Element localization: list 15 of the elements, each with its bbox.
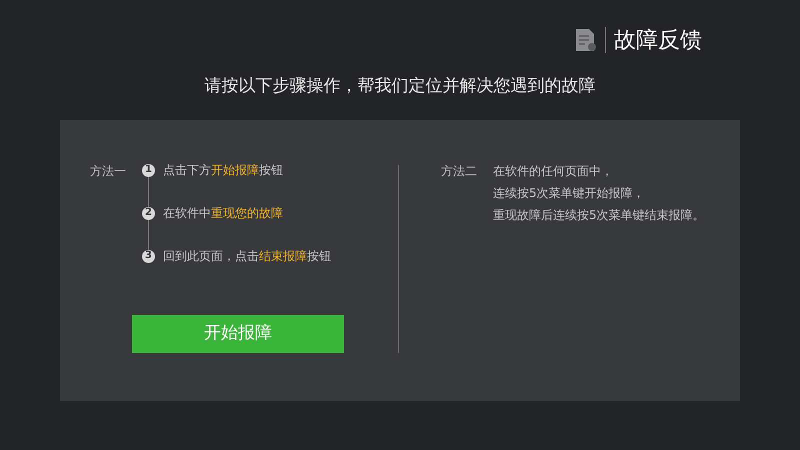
step-number: 2 (142, 206, 155, 220)
step-text: 点击下方开始报障按钮 (163, 162, 283, 179)
method-label: 方法一 (90, 162, 127, 180)
method-label: 方法二 (441, 162, 478, 180)
step-number: 3 (142, 250, 155, 262)
step-number: 1 (142, 164, 155, 176)
step-text: 回到此页面，点击结束报障按钮 (163, 248, 331, 265)
instruction-line: 重现故障后连续按5次菜单键结束报障。 (493, 206, 705, 224)
step-text: 在软件中重现您的故障 (163, 205, 283, 222)
instruction-line: 在软件的任何页面中， (493, 162, 614, 180)
page-title: 故障反馈 (614, 26, 702, 54)
instruction-line: 连续按5次菜单键开始报障， (493, 184, 646, 202)
start-report-button[interactable]: 开始报障 (132, 314, 344, 352)
instruction-text: 请按以下步骤操作，帮我们定位并解决您遇到的故障 (204, 75, 596, 98)
document-icon (575, 28, 597, 52)
